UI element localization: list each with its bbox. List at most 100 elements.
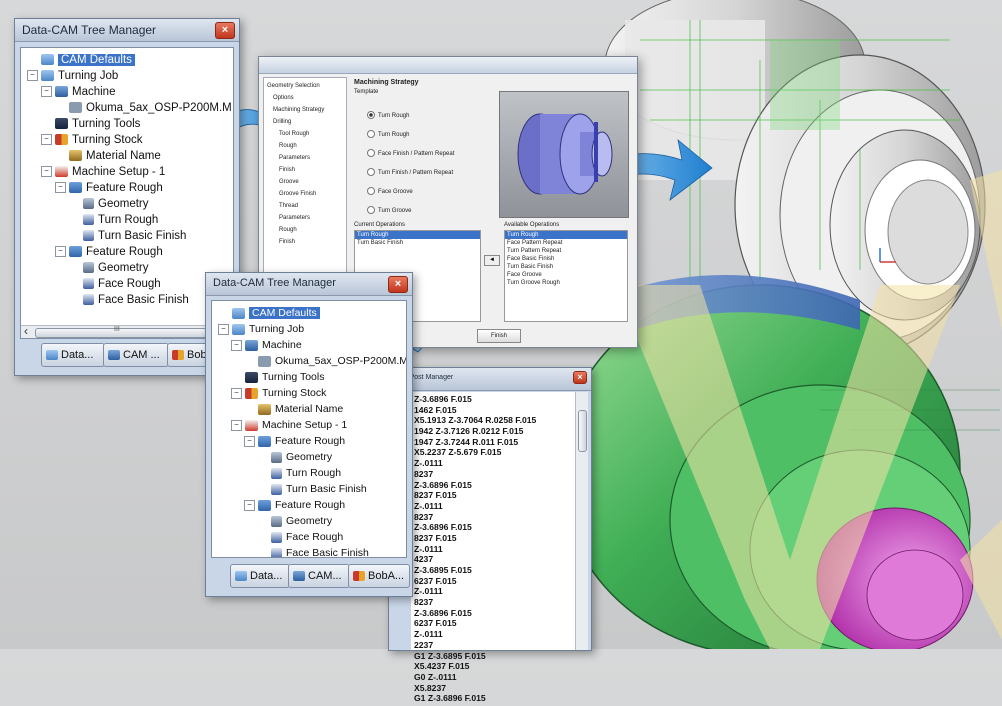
expander-icon[interactable]: −: [41, 86, 52, 98]
strategy-option[interactable]: Face Groove: [367, 183, 454, 202]
close-icon[interactable]: ×: [573, 371, 587, 384]
wizard-step[interactable]: Finish: [267, 236, 343, 248]
wizard-step[interactable]: Rough: [267, 140, 343, 152]
wizard-step[interactable]: Machining Strategy: [267, 104, 343, 116]
tree-item-turning-job[interactable]: − Turning Job: [27, 68, 232, 84]
tree-item-machine[interactable]: − Machine: [218, 337, 406, 353]
strategy-option[interactable]: Turn Rough: [367, 107, 454, 126]
tree-item-machine-setup[interactable]: − Machine Setup - 1: [218, 417, 406, 433]
tree-item-material-name[interactable]: Material Name: [27, 148, 232, 164]
tree-item-turning-job[interactable]: − Turning Job: [218, 321, 406, 337]
wizard-step[interactable]: Finish: [267, 164, 343, 176]
tree-item-machine-setup[interactable]: − Machine Setup - 1: [27, 164, 232, 180]
tree-item-machine-model[interactable]: Okuma_5ax_OSP-P200M.M: [218, 353, 406, 369]
tree-item-cam-defaults[interactable]: CAM Defaults: [27, 52, 232, 68]
expander-icon[interactable]: −: [218, 323, 229, 335]
tree-item-operation[interactable]: Face Basic Finish: [27, 292, 232, 308]
tree-item-machine[interactable]: − Machine: [27, 84, 232, 100]
expander-icon[interactable]: −: [55, 182, 66, 194]
expander-icon[interactable]: −: [244, 435, 255, 447]
close-icon[interactable]: ×: [388, 276, 408, 293]
radio-button[interactable]: [367, 168, 375, 177]
wizard-step[interactable]: Groove: [267, 176, 343, 188]
operation-list-item[interactable]: Turn Groove Rough: [505, 279, 627, 287]
expander-icon[interactable]: −: [41, 166, 52, 178]
tab-cam[interactable]: CAM ...: [103, 343, 169, 367]
tree-item-material-name[interactable]: Material Name: [218, 401, 406, 417]
wizard-step[interactable]: Options: [267, 92, 343, 104]
strategy-option[interactable]: Turn Rough: [367, 126, 454, 145]
expander-icon[interactable]: −: [41, 134, 52, 146]
operation-list-item[interactable]: Face Groove: [505, 271, 627, 279]
wizard-step[interactable]: Tool Rough: [267, 128, 343, 140]
wizard-step-tree[interactable]: Geometry Selection Options Machining Strat…: [263, 77, 347, 279]
tab-data[interactable]: Data...: [230, 564, 290, 588]
tree-item-turning-tools[interactable]: Turning Tools: [218, 369, 406, 385]
add-operation-button[interactable]: ◄: [484, 255, 500, 266]
wizard-step[interactable]: Drilling: [267, 116, 343, 128]
stock-icon: [245, 387, 258, 399]
scroll-left-arrow[interactable]: ‹: [24, 324, 28, 338]
operation-list-item[interactable]: Turn Rough: [505, 231, 627, 239]
radio-button[interactable]: [367, 149, 375, 158]
operation-list-item[interactable]: Turn Basic Finish: [505, 263, 627, 271]
radio-button[interactable]: [367, 206, 375, 215]
operation-list-item[interactable]: Face Basic Finish: [505, 255, 627, 263]
tree-item-operation[interactable]: Face Basic Finish: [218, 545, 406, 557]
tab-boba[interactable]: BobA...: [348, 564, 410, 588]
tree-item-label: Turning Tools: [72, 118, 141, 130]
operation-list-item[interactable]: Face Pattern Repeat: [505, 239, 627, 247]
expander-icon[interactable]: −: [244, 499, 255, 511]
tree-item-geometry[interactable]: Geometry: [218, 449, 406, 465]
available-operations-list[interactable]: Turn Rough Face Pattern Repeat Turn Patter…: [504, 230, 628, 322]
expander-icon[interactable]: −: [231, 419, 242, 431]
wizard-step[interactable]: Geometry Selection: [267, 80, 343, 92]
expander-icon[interactable]: −: [55, 246, 66, 258]
gcode-scrollbar[interactable]: [575, 392, 588, 650]
strategy-option[interactable]: Face Finish / Pattern Repeat: [367, 145, 454, 164]
radio-button[interactable]: [367, 130, 375, 139]
tree-item-operation[interactable]: Face Rough: [27, 276, 232, 292]
close-icon[interactable]: ×: [215, 22, 235, 39]
operation-list-item[interactable]: Turn Basic Finish: [355, 239, 480, 247]
tree-item-feature-rough[interactable]: − Feature Rough: [27, 244, 232, 260]
strategy-option[interactable]: Turn Groove: [367, 202, 454, 221]
strategy-option[interactable]: Turn Finish / Pattern Repeat: [367, 164, 454, 183]
tree-item-geometry[interactable]: Geometry: [27, 260, 232, 276]
expander-icon[interactable]: −: [231, 339, 242, 351]
tree-item-machine-model[interactable]: Okuma_5ax_OSP-P200M.M: [27, 100, 232, 116]
tree-item-operation[interactable]: Turn Basic Finish: [218, 481, 406, 497]
tree-item-label: Feature Rough: [275, 499, 346, 511]
dialog-titlebar: [259, 57, 637, 74]
horizontal-scrollbar[interactable]: ‹ III ›: [21, 324, 233, 338]
tree-item-geometry[interactable]: Geometry: [218, 513, 406, 529]
operation-list-item[interactable]: Turn Pattern Repeat: [505, 247, 627, 255]
tab-cam[interactable]: CAM...: [288, 564, 350, 588]
operation-list-item[interactable]: Turn Rough: [355, 231, 480, 239]
wizard-step[interactable]: Rough: [267, 224, 343, 236]
tree-item-operation[interactable]: Turn Basic Finish: [27, 228, 232, 244]
tree-item-operation[interactable]: Turn Rough: [218, 465, 406, 481]
gcode-listing[interactable]: Z-3.6896 F.015 1462 F.015 X5.1913 Z-3.7064…: [411, 392, 575, 703]
tab-data[interactable]: Data...: [41, 343, 105, 367]
tree-item-operation[interactable]: Face Rough: [218, 529, 406, 545]
finish-button[interactable]: Finish: [477, 329, 521, 343]
wizard-step[interactable]: Parameters: [267, 152, 343, 164]
wizard-step[interactable]: Parameters: [267, 212, 343, 224]
tree-item-cam-defaults[interactable]: CAM Defaults: [218, 305, 406, 321]
wizard-step[interactable]: Thread: [267, 200, 343, 212]
expander-icon[interactable]: −: [231, 387, 242, 399]
tree-item-feature-rough[interactable]: − Feature Rough: [218, 433, 406, 449]
tree-item-label: Turning Stock: [72, 134, 143, 146]
expander-icon[interactable]: −: [27, 70, 38, 82]
radio-button[interactable]: [367, 111, 375, 120]
tree-item-operation[interactable]: Turn Rough: [27, 212, 232, 228]
tree-item-turning-stock[interactable]: − Turning Stock: [218, 385, 406, 401]
tree-item-geometry[interactable]: Geometry: [27, 196, 232, 212]
tree-item-feature-rough[interactable]: − Feature Rough: [218, 497, 406, 513]
wizard-step[interactable]: Groove Finish: [267, 188, 343, 200]
radio-button[interactable]: [367, 187, 375, 196]
tree-item-turning-stock[interactable]: − Turning Stock: [27, 132, 232, 148]
tree-item-turning-tools[interactable]: Turning Tools: [27, 116, 232, 132]
tree-item-feature-rough[interactable]: − Feature Rough: [27, 180, 232, 196]
